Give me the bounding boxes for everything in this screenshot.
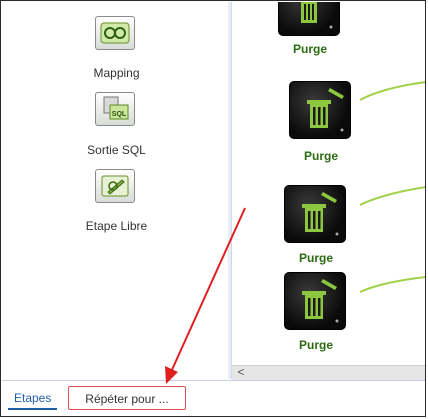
- mapping-icon[interactable]: [95, 16, 135, 50]
- palette-label-free-step: Etape Libre: [85, 219, 148, 233]
- purge-node[interactable]: Purge: [278, 185, 354, 269]
- trash-icon: [284, 272, 346, 330]
- workflow-canvas[interactable]: Purge Purge Purge Purge: [232, 2, 426, 365]
- bottom-tab-bar: Etapes Répéter pour ...: [2, 380, 426, 418]
- palette-label-sql-output: Sortie SQL: [87, 143, 146, 157]
- scroll-left-icon[interactable]: <: [234, 366, 248, 380]
- palette-label-mapping: Mapping: [93, 66, 140, 80]
- tab-etapes[interactable]: Etapes: [8, 386, 58, 410]
- panel-splitter[interactable]: [228, 2, 231, 379]
- purge-label: Purge: [298, 338, 333, 352]
- horizontal-scrollbar[interactable]: <: [232, 365, 426, 380]
- purge-node[interactable]: Purge: [272, 2, 348, 60]
- purge-node[interactable]: Purge: [283, 81, 359, 165]
- sql-output-icon[interactable]: SQL: [95, 92, 135, 126]
- trash-icon: [289, 81, 351, 139]
- purge-label: Purge: [292, 42, 327, 56]
- trash-icon: [278, 2, 340, 36]
- step-palette: Mapping SQL Sortie SQL Etape Libre: [2, 2, 232, 379]
- svg-text:SQL: SQL: [112, 111, 127, 118]
- trash-icon: [284, 185, 346, 243]
- purge-label: Purge: [298, 251, 333, 265]
- purge-label: Purge: [303, 149, 338, 163]
- tab-repeter-pour[interactable]: Répéter pour ...: [68, 386, 186, 410]
- purge-node[interactable]: Purge: [278, 272, 354, 356]
- free-step-icon[interactable]: [95, 169, 135, 203]
